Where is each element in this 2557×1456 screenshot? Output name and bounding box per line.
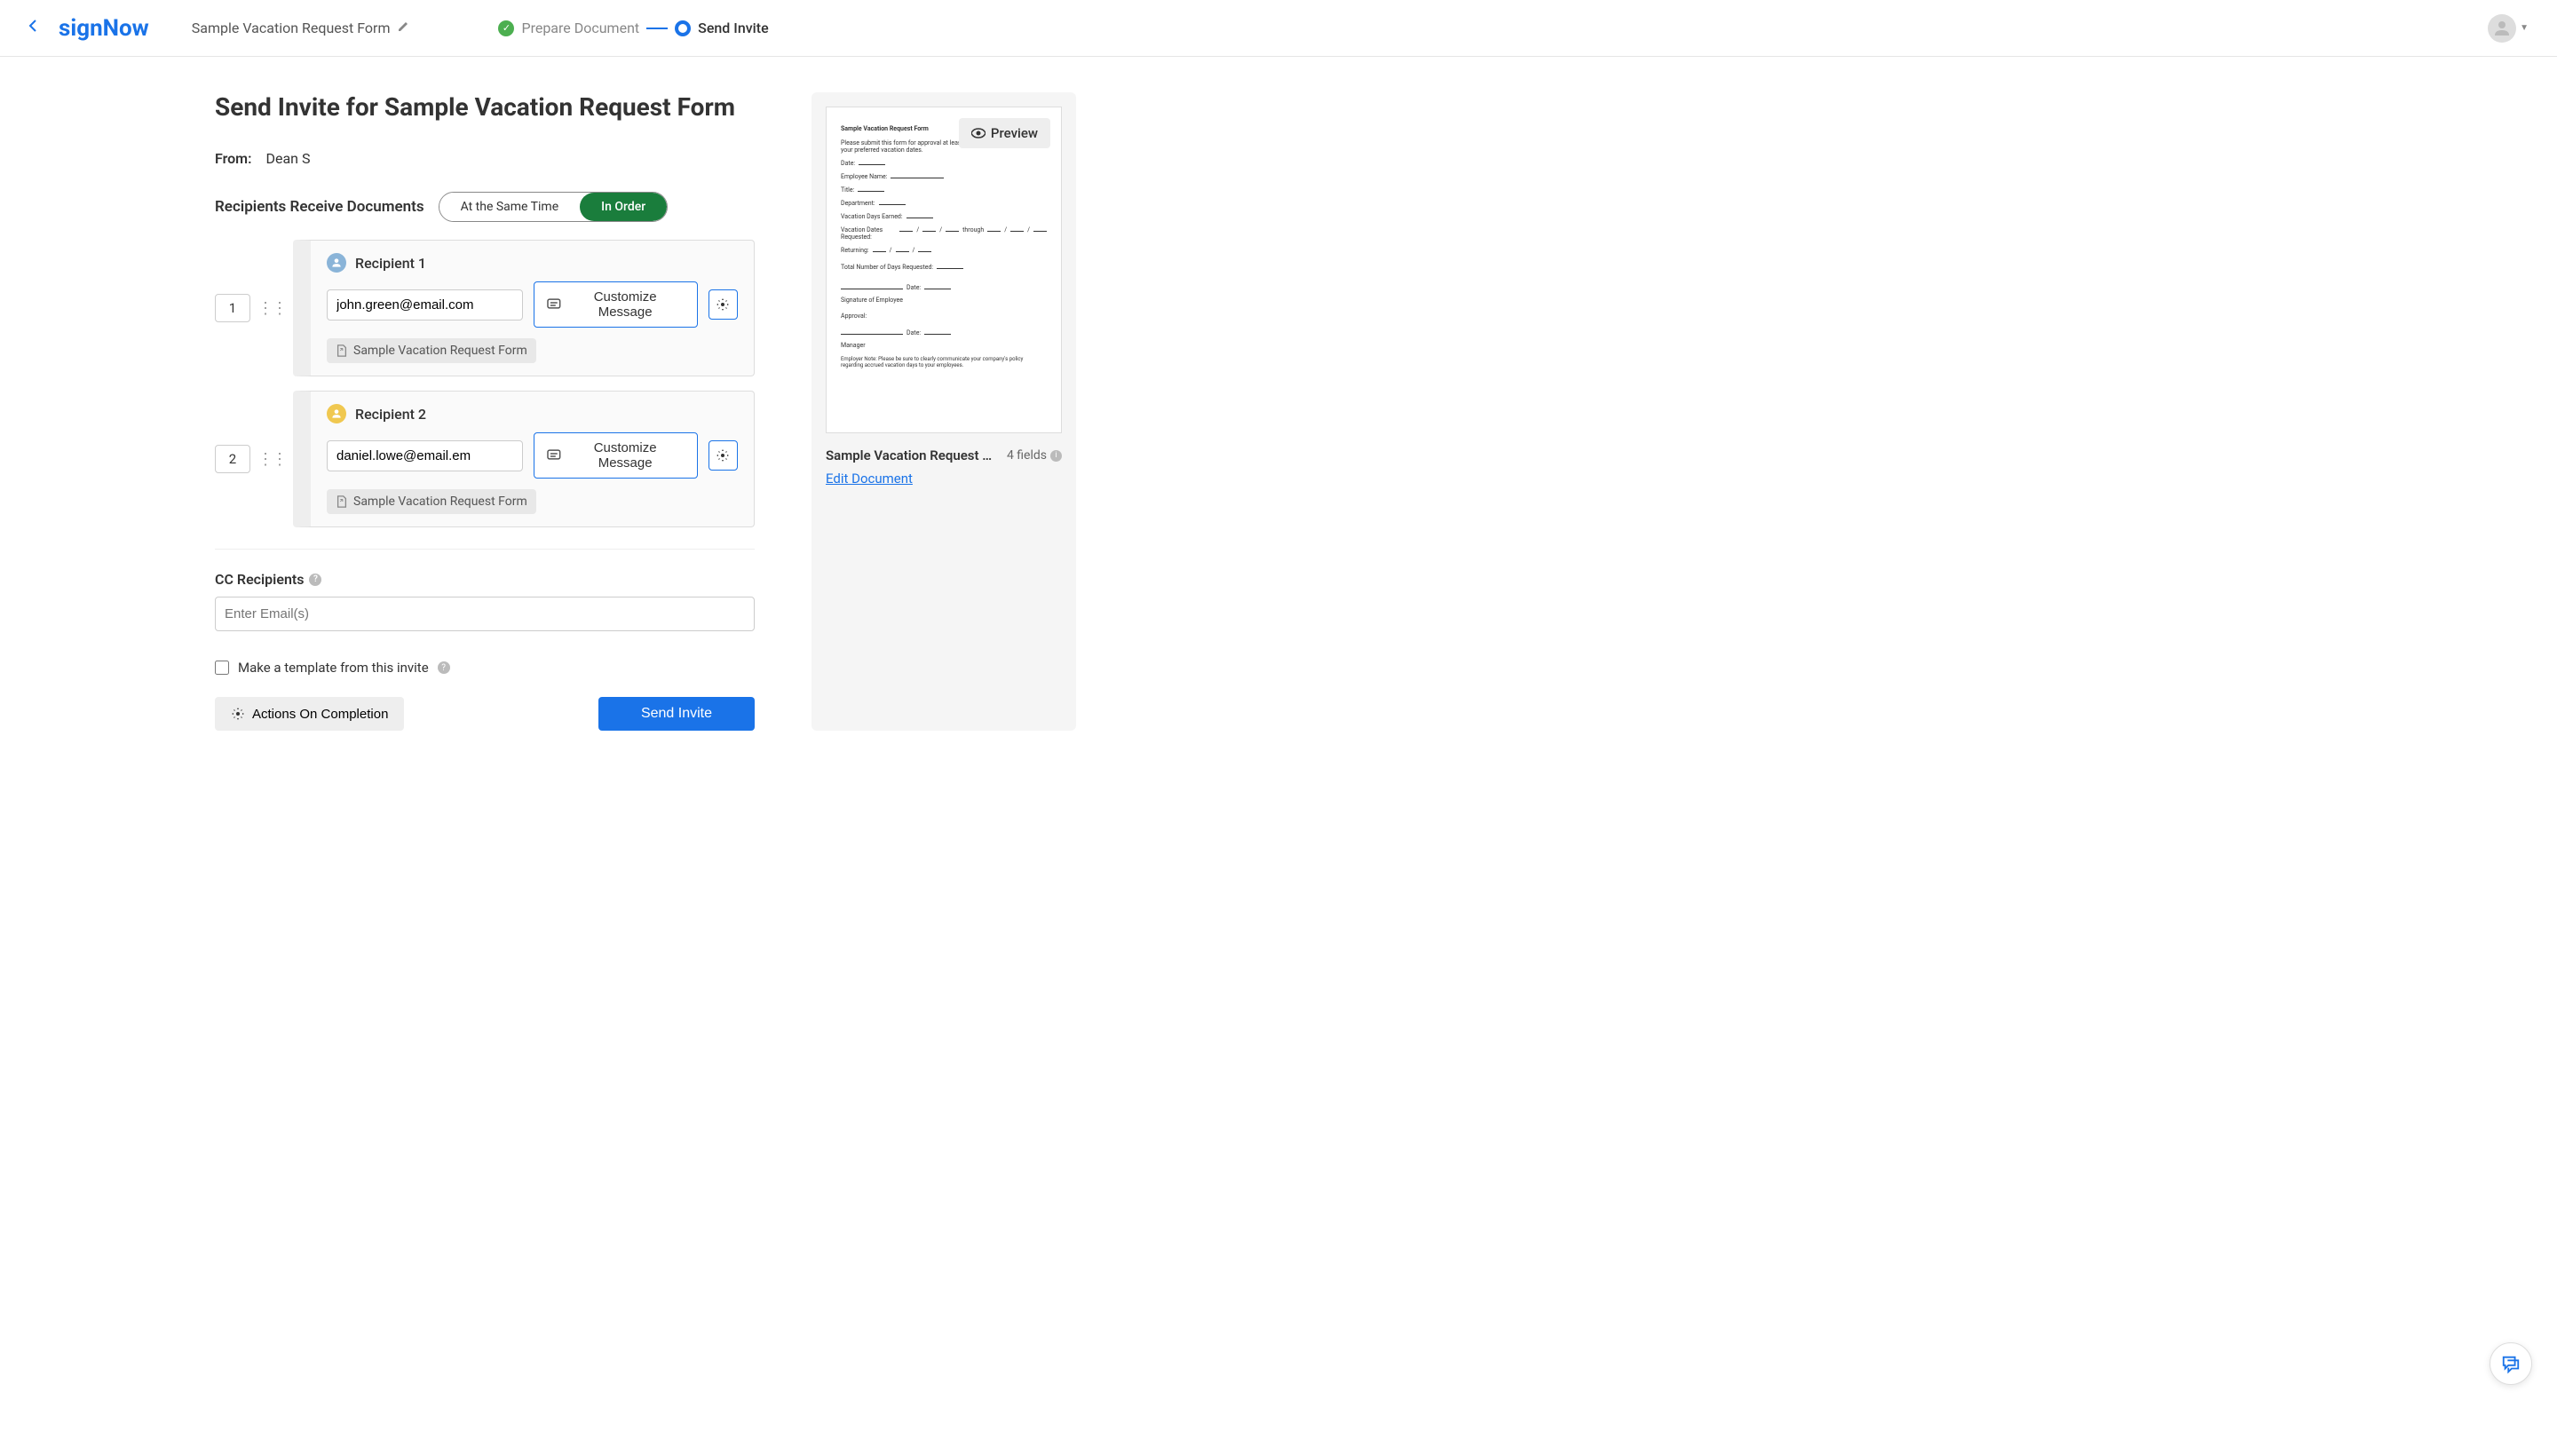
gear-icon	[716, 297, 730, 312]
send-invite-button[interactable]: Send Invite	[598, 697, 755, 731]
chat-icon	[2501, 1354, 2521, 1373]
order-number[interactable]: 1	[215, 294, 250, 322]
from-label: From:	[215, 150, 251, 167]
circle-icon	[675, 20, 691, 36]
recipient-card: Recipient 2 Customize Message	[293, 391, 755, 527]
doc-title: Sample Vacation Request Form	[192, 20, 391, 36]
recipient-settings-button[interactable]	[709, 440, 738, 471]
drag-handle-icon[interactable]: ⋮⋮	[257, 299, 286, 318]
doc-info-title: Sample Vacation Request F...	[826, 447, 994, 463]
message-icon	[547, 297, 561, 312]
preview-button[interactable]: Preview	[959, 118, 1050, 148]
app-header: signNow Sample Vacation Request Form ✓ P…	[0, 0, 2557, 57]
chevron-down-icon: ▼	[2520, 23, 2529, 33]
cc-input[interactable]	[215, 597, 755, 631]
back-button[interactable]	[28, 19, 37, 37]
help-icon[interactable]: ?	[438, 661, 450, 674]
person-icon	[2491, 18, 2513, 39]
person-icon	[330, 257, 343, 269]
info-icon[interactable]: i	[1050, 450, 1062, 462]
avatar	[2488, 14, 2516, 43]
document-chip[interactable]: Sample Vacation Request Form	[327, 489, 536, 514]
wizard-steps: ✓ Prepare Document Send Invite	[498, 20, 768, 36]
gear-icon	[231, 707, 245, 721]
bottom-actions: Actions On Completion Send Invite	[215, 697, 755, 731]
document-icon	[336, 495, 348, 508]
divider	[215, 549, 755, 550]
main-content: Send Invite for Sample Vacation Request …	[215, 92, 755, 731]
recipient-row: 1 ⋮⋮ Recipient 1 Customize Message	[215, 240, 755, 376]
check-icon: ✓	[498, 20, 514, 36]
recipient-label: Recipient 2	[355, 406, 426, 423]
receive-label: Recipients Receive Documents	[215, 198, 424, 216]
user-menu[interactable]: ▼	[2488, 14, 2529, 43]
recipient-card: Recipient 1 Customize Message	[293, 240, 755, 376]
receive-mode-toggle: At the Same Time In Order	[439, 192, 669, 222]
order-number[interactable]: 2	[215, 445, 250, 473]
recipient-settings-button[interactable]	[709, 289, 738, 320]
chevron-left-icon	[28, 19, 37, 33]
receive-mode-row: Recipients Receive Documents At the Same…	[215, 192, 755, 222]
toggle-same-time[interactable]: At the Same Time	[439, 193, 581, 221]
document-chip[interactable]: Sample Vacation Request Form	[327, 338, 536, 363]
email-field[interactable]	[327, 289, 523, 320]
page-title: Send Invite for Sample Vacation Request …	[215, 92, 755, 122]
email-field[interactable]	[327, 440, 523, 471]
cc-label: CC Recipients ?	[215, 571, 755, 588]
from-name: Dean S	[265, 150, 310, 167]
recipient-avatar	[327, 404, 346, 423]
doc-info-row: Sample Vacation Request F... 4 fields i	[826, 447, 1062, 463]
message-icon	[547, 448, 561, 463]
customize-message-button[interactable]: Customize Message	[534, 432, 698, 479]
logo[interactable]: signNow	[59, 15, 149, 42]
doc-info-fields: 4 fields i	[1007, 448, 1062, 463]
document-preview[interactable]: Preview Sample Vacation Request Form Ple…	[826, 107, 1062, 433]
step-connector	[646, 28, 668, 29]
template-checkbox-label: Make a template from this invite	[238, 660, 429, 676]
toggle-in-order[interactable]: In Order	[580, 193, 667, 221]
template-checkbox[interactable]	[215, 661, 229, 675]
recipient-label: Recipient 1	[355, 255, 426, 272]
document-icon	[336, 344, 348, 357]
edit-title-button[interactable]	[397, 20, 409, 36]
actions-on-completion-button[interactable]: Actions On Completion	[215, 697, 404, 731]
chat-fab[interactable]	[2490, 1342, 2532, 1385]
customize-message-button[interactable]: Customize Message	[534, 281, 698, 328]
preview-note: Employer Note: Please be sure to clearly…	[841, 356, 1047, 368]
gear-icon	[716, 448, 730, 463]
edit-document-link[interactable]: Edit Document	[826, 471, 913, 487]
person-icon	[330, 408, 343, 420]
step-send[interactable]: Send Invite	[675, 20, 769, 36]
preview-sidebar: Preview Sample Vacation Request Form Ple…	[811, 92, 1076, 731]
from-row: From: Dean S	[215, 150, 755, 167]
eye-icon	[971, 128, 986, 138]
pencil-icon	[397, 20, 409, 33]
recipient-row: 2 ⋮⋮ Recipient 2 Customize Message	[215, 391, 755, 527]
recipient-avatar	[327, 253, 346, 273]
step-prepare[interactable]: ✓ Prepare Document	[498, 20, 639, 36]
help-icon[interactable]: ?	[309, 574, 321, 586]
template-checkbox-row: Make a template from this invite ?	[215, 660, 755, 676]
drag-handle-icon[interactable]: ⋮⋮	[257, 450, 286, 469]
